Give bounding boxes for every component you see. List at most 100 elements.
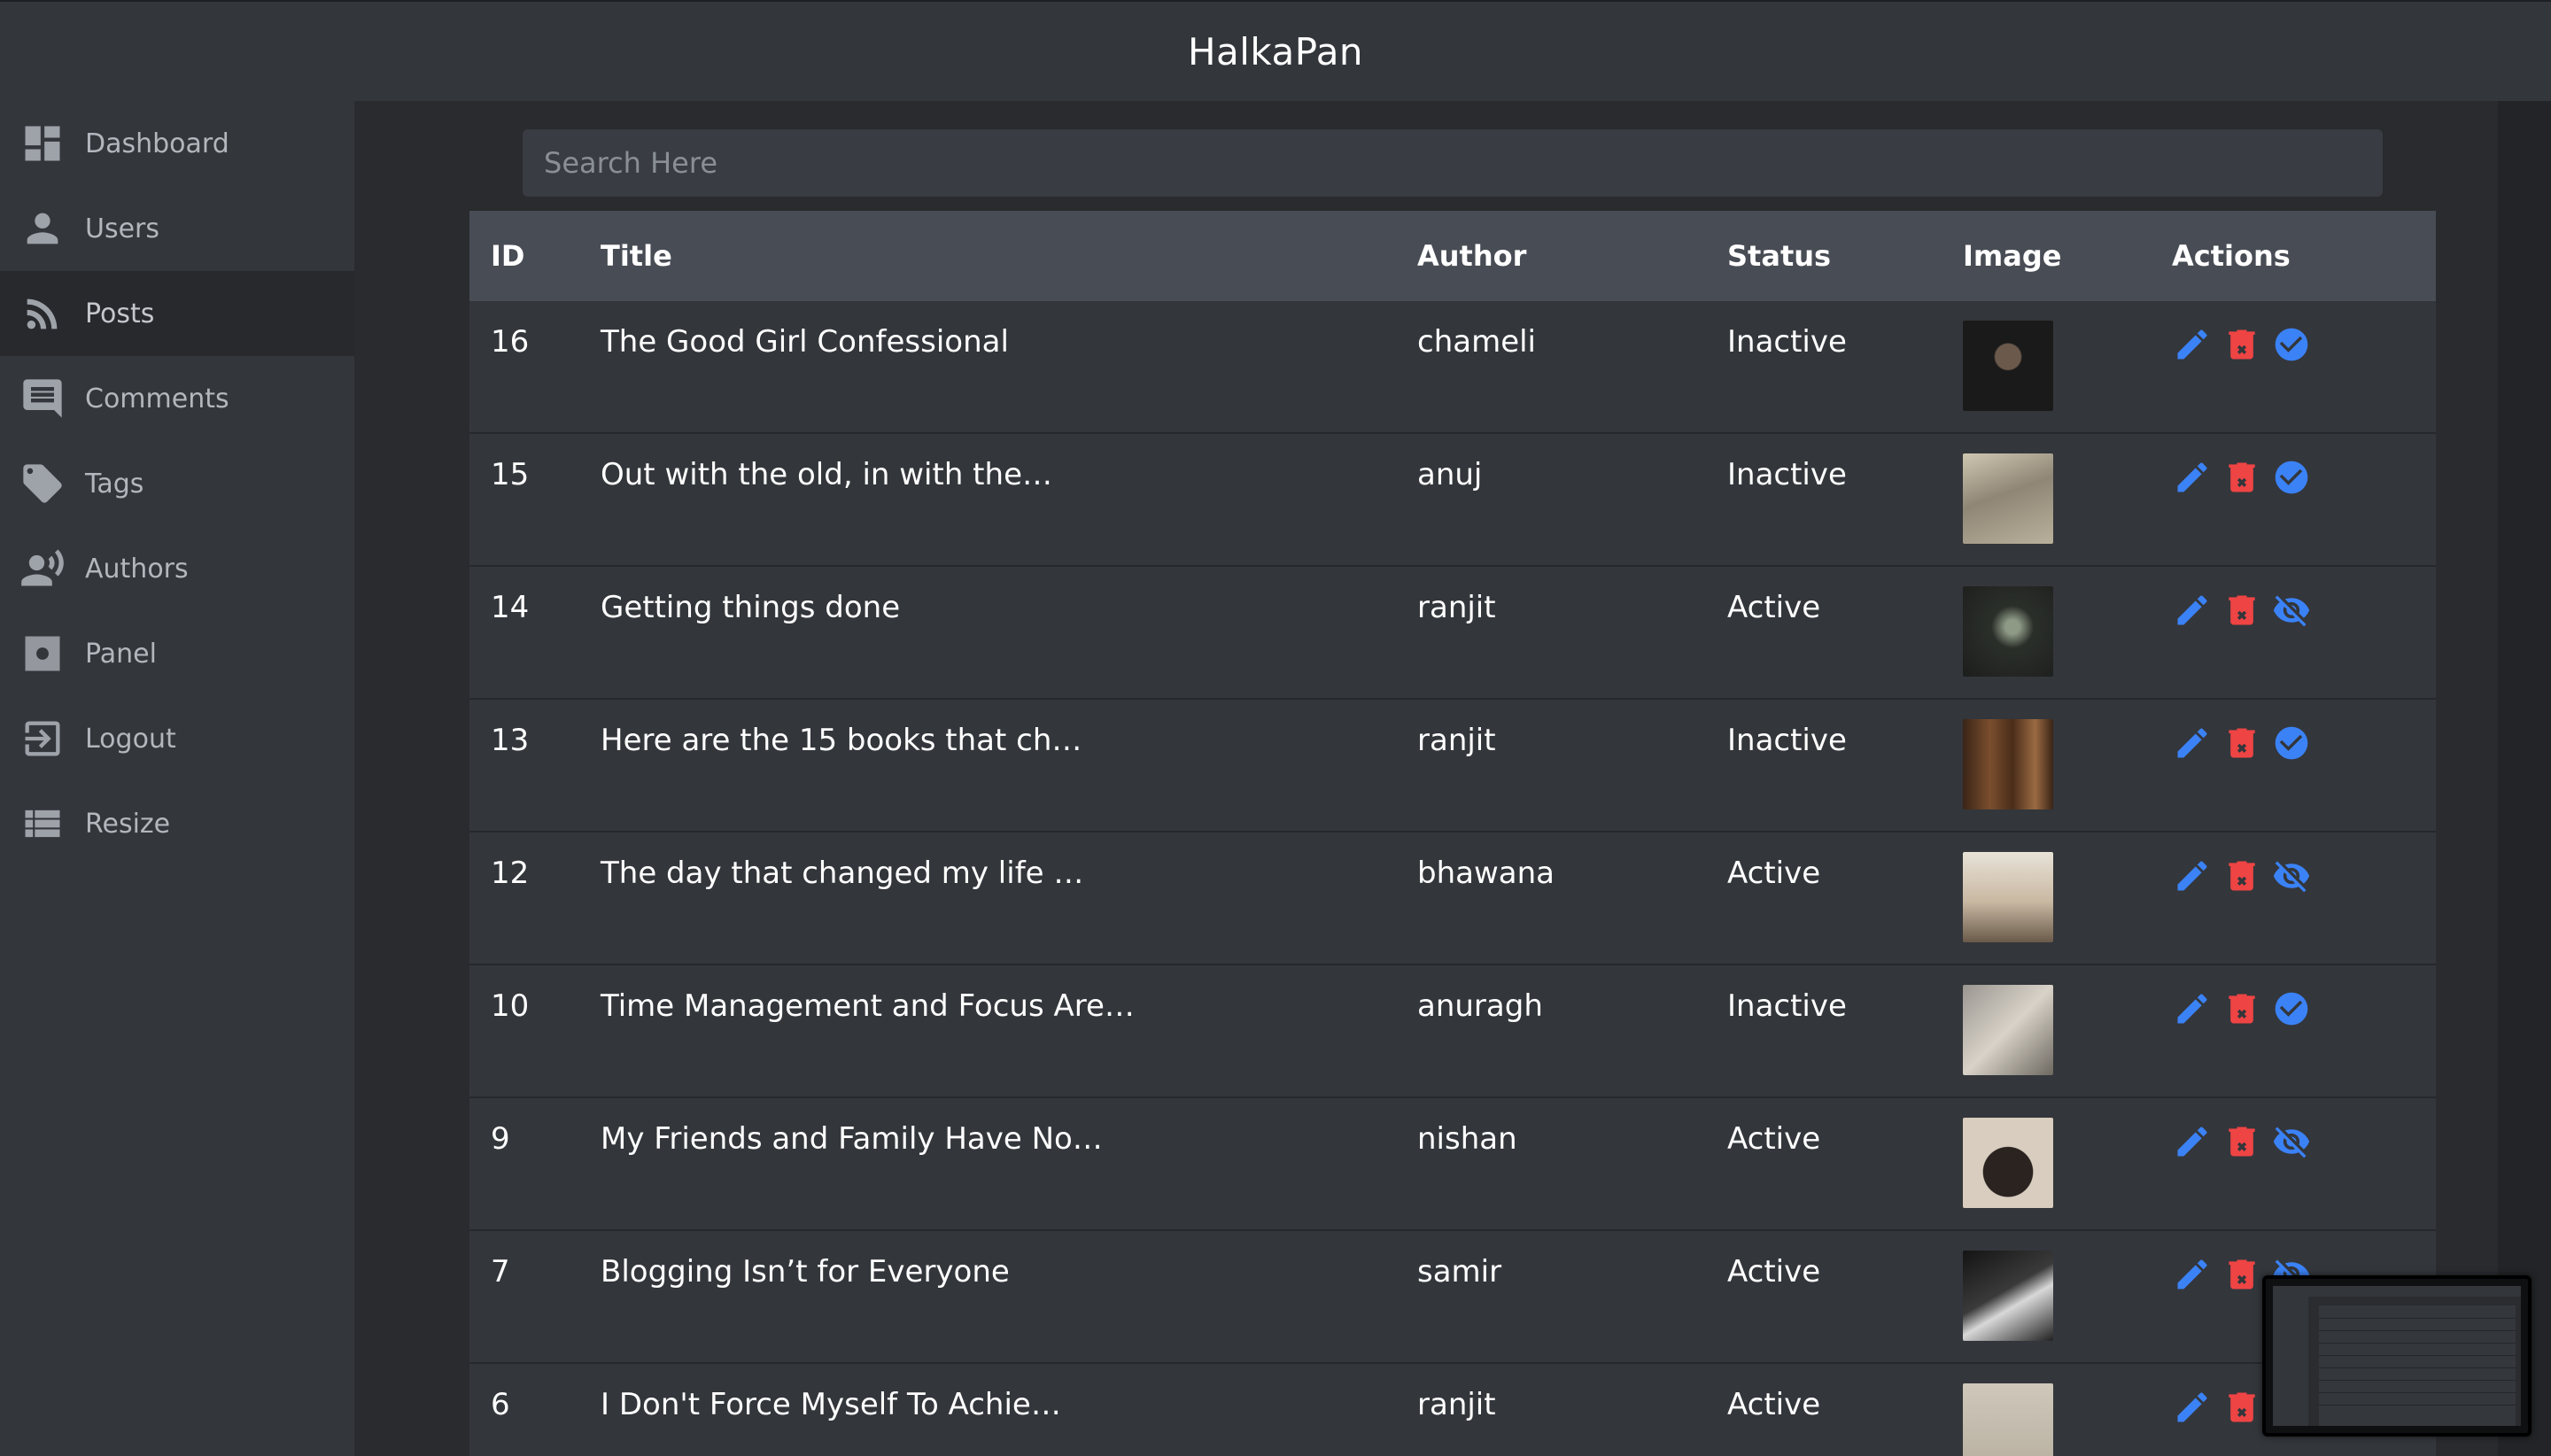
post-thumbnail <box>1963 1383 2053 1456</box>
cell-title: Here are the 15 books that ch… <box>601 723 1082 758</box>
sidebar-item-label: Dashboard <box>85 128 229 159</box>
cell-author: ranjit <box>1417 1387 1496 1422</box>
table-row: 12 The day that changed my life … bhawana A… <box>469 833 2436 965</box>
edit-icon[interactable] <box>2172 1387 2213 1428</box>
sidebar-item-label: Tags <box>85 468 144 500</box>
cell-id: 13 <box>491 723 530 758</box>
cell-status: Inactive <box>1727 324 1847 360</box>
column-header-author: Author <box>1417 239 1527 273</box>
minimap-preview[interactable] <box>2262 1275 2532 1437</box>
minimap-row-divider <box>2319 1343 2516 1344</box>
sidebar-item-label: Authors <box>85 553 189 585</box>
hide-eye-icon[interactable] <box>2271 1121 2312 1162</box>
cell-title: The Good Girl Confessional <box>601 324 1009 360</box>
delete-icon[interactable] <box>2221 723 2262 763</box>
edit-icon[interactable] <box>2172 1121 2213 1162</box>
table-row: 10 Time Management and Focus Are… anuragh I… <box>469 965 2436 1098</box>
delete-icon[interactable] <box>2221 856 2262 896</box>
edit-icon[interactable] <box>2172 324 2213 365</box>
post-thumbnail <box>1963 1251 2053 1341</box>
post-thumbnail <box>1963 1118 2053 1208</box>
cell-status: Inactive <box>1727 457 1847 492</box>
edit-icon[interactable] <box>2172 1254 2213 1295</box>
cell-status: Active <box>1727 1121 1821 1157</box>
delete-icon[interactable] <box>2221 590 2262 631</box>
edit-icon[interactable] <box>2172 988 2213 1029</box>
cell-id: 6 <box>491 1387 510 1422</box>
sidebar-item-users[interactable]: Users <box>0 186 354 271</box>
delete-icon[interactable] <box>2221 457 2262 498</box>
minimap-row-divider <box>2319 1355 2516 1356</box>
cell-status: Active <box>1727 1387 1821 1422</box>
post-thumbnail <box>1963 719 2053 809</box>
edit-icon[interactable] <box>2172 723 2213 763</box>
sidebar-item-tags[interactable]: Tags <box>0 441 354 526</box>
delete-icon[interactable] <box>2221 1387 2262 1428</box>
search-input[interactable] <box>523 129 2383 197</box>
minimap-row-divider <box>2319 1392 2516 1393</box>
cell-title: I Don't Force Myself To Achie… <box>601 1387 1061 1422</box>
cell-status: Active <box>1727 1254 1821 1289</box>
posts-table: ID Title Author Status Image Actions 16 T… <box>469 211 2436 1456</box>
cell-author: nishan <box>1417 1121 1517 1157</box>
right-gutter <box>2498 101 2551 1456</box>
post-thumbnail <box>1963 586 2053 677</box>
edit-icon[interactable] <box>2172 590 2213 631</box>
hide-eye-icon[interactable] <box>2271 590 2312 631</box>
column-header-image: Image <box>1963 239 2062 273</box>
speaking-person-icon <box>18 544 67 593</box>
delete-icon[interactable] <box>2221 1121 2262 1162</box>
list-icon <box>18 799 67 848</box>
minimap-row-divider <box>2319 1318 2516 1319</box>
edit-icon[interactable] <box>2172 856 2213 896</box>
sidebar-item-posts[interactable]: Posts <box>0 271 354 356</box>
sidebar-item-panel[interactable]: Panel <box>0 611 354 696</box>
cell-title: My Friends and Family Have No… <box>601 1121 1103 1157</box>
cell-title: Out with the old, in with the… <box>601 457 1052 492</box>
post-thumbnail <box>1963 321 2053 411</box>
cell-id: 16 <box>491 324 530 360</box>
table-header: ID Title Author Status Image Actions <box>469 211 2436 301</box>
cell-author: anuj <box>1417 457 1483 492</box>
column-header-title: Title <box>601 239 672 273</box>
cell-author: anuragh <box>1417 988 1543 1024</box>
tag-icon <box>18 459 67 508</box>
publish-check-icon[interactable] <box>2271 988 2312 1029</box>
delete-icon[interactable] <box>2221 324 2262 365</box>
table-row: 7 Blogging Isn’t for Everyone samir Active <box>469 1231 2436 1364</box>
hide-eye-icon[interactable] <box>2271 856 2312 896</box>
cell-status: Active <box>1727 856 1821 891</box>
cell-status: Active <box>1727 590 1821 625</box>
cell-id: 15 <box>491 457 530 492</box>
edit-icon[interactable] <box>2172 457 2213 498</box>
cell-author: bhawana <box>1417 856 1555 891</box>
sidebar-item-dashboard[interactable]: Dashboard <box>0 101 354 186</box>
sidebar-item-authors[interactable]: Authors <box>0 526 354 611</box>
cell-title: The day that changed my life … <box>601 856 1084 891</box>
minimap-row-divider <box>2319 1380 2516 1381</box>
sidebar-item-comments[interactable]: Comments <box>0 356 354 441</box>
minimap-row-divider <box>2319 1405 2516 1406</box>
comment-icon <box>18 374 67 423</box>
table-row: 16 The Good Girl Confessional chameli Inact… <box>469 301 2436 434</box>
publish-check-icon[interactable] <box>2271 457 2312 498</box>
sidebar-item-label: Panel <box>85 638 157 670</box>
delete-icon[interactable] <box>2221 988 2262 1029</box>
column-header-actions: Actions <box>2172 239 2291 273</box>
sidebar-item-resize[interactable]: Resize <box>0 781 354 866</box>
minimap-content <box>2273 1286 2521 1426</box>
cell-title: Getting things done <box>601 590 901 625</box>
publish-check-icon[interactable] <box>2271 723 2312 763</box>
cell-author: samir <box>1417 1254 1502 1289</box>
cell-status: Inactive <box>1727 988 1847 1024</box>
delete-icon[interactable] <box>2221 1254 2262 1295</box>
sidebar-item-logout[interactable]: Logout <box>0 696 354 781</box>
gear-icon <box>18 629 67 678</box>
post-thumbnail <box>1963 985 2053 1075</box>
cell-author: ranjit <box>1417 723 1496 758</box>
sidebar-item-label: Resize <box>85 808 171 840</box>
table-row: 13 Here are the 15 books that ch… ranjit In… <box>469 700 2436 833</box>
cell-id: 10 <box>491 988 530 1024</box>
publish-check-icon[interactable] <box>2271 324 2312 365</box>
rss-icon <box>18 289 67 338</box>
